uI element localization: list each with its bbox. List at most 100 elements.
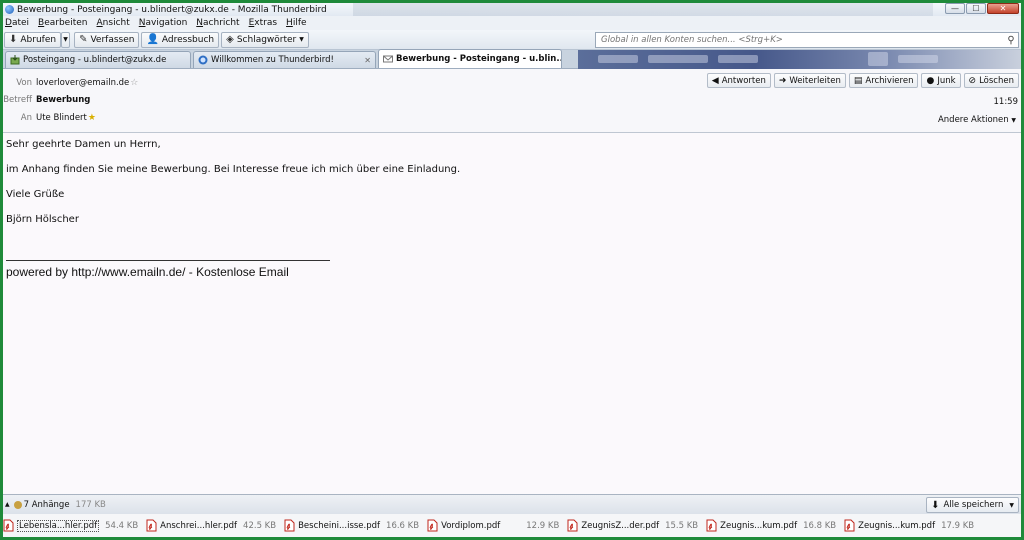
chevron-down-icon: ▼ [299,36,304,43]
thunderbird-window: Bewerbung - Posteingang - u.blindert@zuk… [3,3,1021,537]
contacts-icon: 👤 [146,34,159,45]
search-input[interactable] [601,35,1004,45]
attachment-item[interactable]: Zeugnis...kum.pdf 16.8 KB [706,519,836,532]
body-footer: powered by http://www.emailn.de/ - Koste… [6,265,289,279]
reply-arrow-icon: ◀ [711,75,719,86]
title-bar: Bewerbung - Posteingang - u.blindert@zuk… [3,3,1021,16]
tab-message[interactable]: Bewerbung - Posteingang - u.blin... ✕ [378,49,562,68]
attachment-size: 12.9 KB [526,520,560,531]
attachment-item[interactable]: Zeugnis...kum.pdf 17.9 KB [844,519,974,532]
attachment-name: Zeugnis...kum.pdf [720,520,798,531]
attachment-item[interactable]: Lebensla...hler.pdf 54.4 KB [3,519,138,532]
junk-button[interactable]: ● Junk [921,73,961,88]
tab-message-label: Bewerbung - Posteingang - u.blin... [396,54,562,64]
attachment-item[interactable]: Vordiplom.pdf 12.9 KB [427,519,559,532]
body-closing: Viele Grüße [6,189,65,200]
reply-button[interactable]: ◀ Antworten [706,73,771,88]
chevron-down-icon: ▼ [1011,117,1016,124]
global-search-box[interactable]: ⚲ [595,32,1019,48]
menu-nachricht[interactable]: Nachricht [196,18,239,28]
envelope-icon [383,55,393,63]
menu-extras[interactable]: Extras [249,18,277,28]
signature-divider [6,260,330,261]
to-address[interactable]: Ute Blindert [36,113,87,123]
get-mail-label: Abrufen [20,34,57,45]
blurred-taskbar-overlay [353,3,933,16]
chevron-down-icon: ▼ [1009,501,1014,509]
write-button[interactable]: ✎ Verfassen [74,31,140,48]
pdf-file-icon [706,519,717,532]
address-book-button[interactable]: 👤 Adressbuch [141,31,220,48]
body-greeting: Sehr geehrte Damen un Herrn, [6,139,161,150]
close-window-button[interactable]: ✕ [987,3,1019,14]
attachment-size: 16.6 KB [386,520,420,531]
message-body: Sehr geehrte Damen un Herrn, im Anhang f… [3,133,1021,494]
menu-hilfe[interactable]: Hilfe [286,18,307,28]
menu-bearbeiten[interactable]: Bearbeiten [38,18,87,28]
attachment-item[interactable]: Anschrei...hler.pdf 42.5 KB [146,519,276,532]
tab-inbox-label: Posteingang - u.blindert@zukx.de [23,55,167,65]
attachment-size: 15.5 KB [665,520,699,531]
forward-label: Weiterleiten [789,75,841,86]
forward-arrow-icon: ➜ [778,75,787,86]
archive-box-icon: ▤ [853,75,863,86]
tab-welcome-label: Willkommen zu Thunderbird! [211,55,334,65]
forward-button[interactable]: ➜ Weiterleiten [773,73,846,88]
tags-label: Schlagwörter [236,34,297,45]
maximize-button[interactable]: ☐ [966,3,986,14]
get-mail-dropdown[interactable]: ▼ [61,31,71,48]
tab-inbox[interactable]: Posteingang - u.blindert@zukx.de [5,51,191,68]
attachment-item[interactable]: Bescheini...isse.pdf 16.6 KB [284,519,419,532]
message-time: 11:59 [993,97,1019,107]
tab-welcome[interactable]: Willkommen zu Thunderbird! ✕ [193,51,376,68]
menu-bar: Datei Bearbeiten Ansicht Navigation Nach… [3,16,1021,30]
tags-button[interactable]: ◈ Schlagwörter ▼ [221,31,309,48]
archive-button[interactable]: ▤ Archivieren [848,73,919,88]
save-all-label: Alle speichern [943,500,1004,510]
star-outline-icon[interactable]: ☆ [130,78,138,88]
from-address[interactable]: loverlover@emailn.de [36,78,129,88]
close-tab-icon[interactable]: ✕ [358,56,371,65]
attachment-name: Bescheini...isse.pdf [298,520,381,531]
window-controls: — ☐ ✕ [945,3,1019,14]
menu-datei[interactable]: Datei [5,18,29,28]
menu-ansicht[interactable]: Ansicht [97,18,130,28]
tag-icon: ◈ [226,34,234,45]
subject-value: Bewerbung [36,95,91,105]
pencil-icon: ✎ [79,34,88,45]
attachment-size: 54.4 KB [105,520,139,531]
attachment-size: 16.8 KB [803,520,837,531]
pdf-file-icon [567,519,578,532]
save-all-button[interactable]: ⬇ Alle speichern ▼ [926,497,1019,513]
attachment-name: Lebensla...hler.pdf [17,519,100,532]
pdf-file-icon [844,519,855,532]
get-mail-button[interactable]: ⬇ Abrufen [4,31,62,48]
attachment-name: Zeugnis...kum.pdf [858,520,936,531]
subject-row: Betreff Bewerbung [3,95,90,105]
from-label: Von [16,78,32,88]
attachment-list: Lebensla...hler.pdf 54.4 KB Anschrei...h… [3,514,1021,537]
collapse-toggle-icon[interactable]: ▲ [5,501,10,508]
to-row: An Ute Blindert ★ [3,113,96,123]
message-actions: ◀ Antworten ➜ Weiterleiten ▤ Archivieren… [706,73,1019,88]
attachment-count[interactable]: 7 Anhänge [24,500,70,510]
menu-navigation[interactable]: Navigation [139,18,188,28]
to-label: An [20,113,32,123]
address-book-label: Adressbuch [161,34,215,45]
delete-button[interactable]: ⊘ Löschen [963,73,1019,88]
other-actions-menu[interactable]: Andere Aktionen ▼ [938,115,1016,125]
junk-label: Junk [937,75,956,86]
pdf-file-icon [427,519,438,532]
attachment-name: Anschrei...hler.pdf [160,520,238,531]
thunderbird-globe-icon [198,55,208,65]
star-filled-icon[interactable]: ★ [88,113,96,123]
download-icon: ⬇ [9,34,18,45]
minimize-button[interactable]: — [945,3,965,14]
subject-label: Betreff [3,95,32,105]
search-icon[interactable]: ⚲ [1004,35,1018,46]
other-actions-label: Andere Aktionen [937,115,1009,125]
attachment-total-size: 177 KB [75,499,106,510]
attachment-item[interactable]: ZeugnisZ...der.pdf 15.5 KB [567,519,698,532]
archive-label: Archivieren [865,75,914,86]
delete-label: Löschen [979,75,1014,86]
